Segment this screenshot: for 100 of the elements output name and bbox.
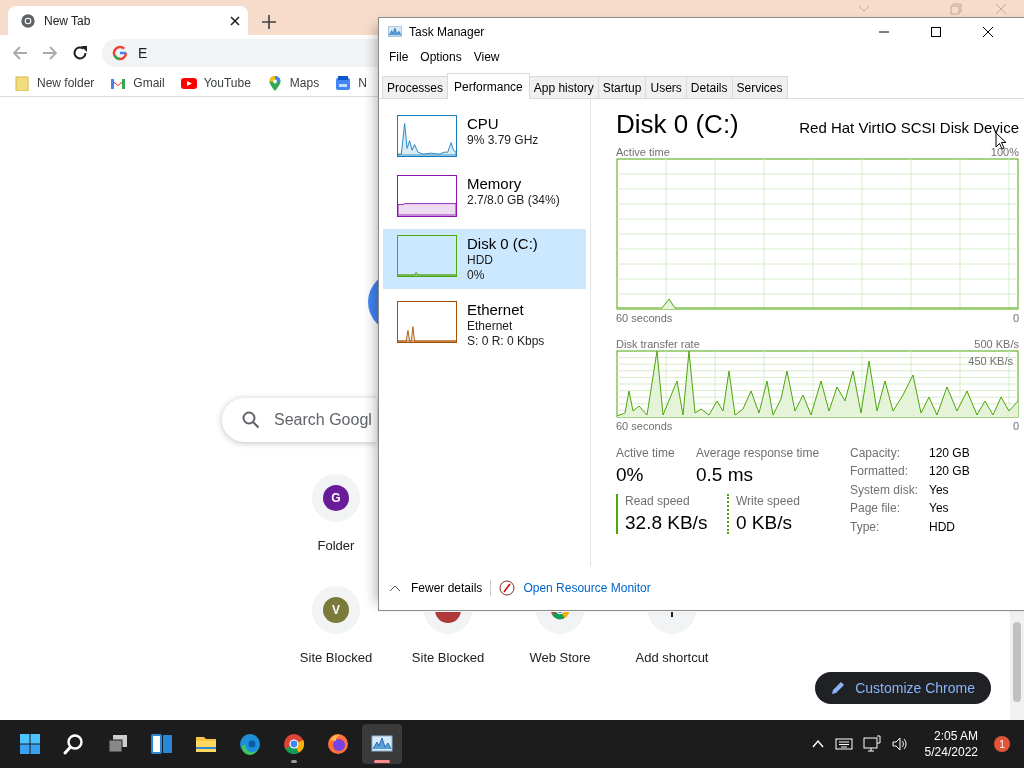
property-value: HDD [929,519,956,534]
resource-monitor-link[interactable]: Open Resource Monitor [523,581,651,595]
resource-detail: Ethernet [467,319,514,334]
tab-title: New Tab [44,13,92,28]
property-value: Yes [929,501,950,516]
resource-item[interactable]: Memory 2.7/8.0 GB (34%) [383,169,586,223]
resource-name: Ethernet [467,301,525,319]
menu-item[interactable]: File [383,50,415,64]
speed-label: Read speed [625,494,691,508]
shortcut-label[interactable]: Folder [317,538,355,553]
keyboard-icon[interactable] [834,737,853,751]
chrome-icon [282,732,306,756]
resource-name: Disk 0 (C:) [467,235,538,253]
property-label: Page file: [850,501,902,516]
property-value: Yes [929,482,950,498]
resource-item[interactable]: CPU 9% 3.79 GHz [383,109,586,163]
tab[interactable]: Processes [382,76,449,98]
clock-date: 5/24/2022 [924,744,978,760]
edge-icon [238,732,262,756]
shortcut-label[interactable]: Add shortcut [635,650,709,665]
browser-tab[interactable]: New Tab [8,6,248,35]
graph-span: 60 seconds [616,312,673,324]
new-tab-icon[interactable] [262,15,276,29]
graph-max: 100% [990,146,1019,158]
shortcut-icon[interactable] [424,612,472,634]
tab[interactable]: Users [645,76,687,98]
network-icon[interactable] [862,735,881,753]
play-icon[interactable] [180,75,197,91]
search-field[interactable]: Search Googl [222,398,377,442]
address-bar[interactable]: E [102,38,378,67]
menu-item[interactable]: Options [414,50,468,64]
maximize-icon [931,27,941,37]
shortcut-icon[interactable]: V [312,586,360,634]
reload-icon[interactable] [72,44,88,61]
bookmark[interactable]: New folder [37,76,95,90]
speed-value: 32.8 KB/s [625,512,709,534]
tab[interactable]: App history [528,76,599,98]
close-icon[interactable] [230,15,240,26]
resource-detail: 9% 3.79 GHz [467,133,539,148]
resource-item[interactable]: Ethernet Ethernet S: 0 R: 0 Kbps [383,295,586,355]
graph-max: 500 KB/s [974,338,1019,350]
shortcut-label[interactable]: Web Store [529,650,591,665]
search-icon [62,732,86,756]
stat-label: Average response time [696,446,821,460]
search-input[interactable]: Search Googl [274,411,375,429]
bookmark[interactable]: Maps [289,76,320,90]
pencil-icon [831,681,846,695]
stat-label: Active time [616,446,676,460]
graph-label: Active time [616,146,670,158]
stat-value: 0% [616,464,645,486]
property-value: 120 GB [929,464,970,479]
letter-badge: V [323,597,349,623]
clock[interactable]: 2:05 AM 5/24/2022 [924,728,978,760]
chrome-icon [20,12,36,29]
shortcut-icon[interactable] [536,612,584,634]
graph-span: 60 seconds [616,420,673,432]
firefox-icon [326,732,350,756]
notification-badge[interactable]: 1 [994,736,1010,752]
map-pin-icon[interactable] [266,75,283,91]
graph-min: 0 [1012,420,1019,432]
property-label: Formatted: [850,464,910,479]
scrollbar-thumb[interactable] [1013,622,1021,702]
shortcut-label[interactable]: Site Blocked [299,650,373,665]
tab[interactable]: Services [731,76,788,98]
tab[interactable]: Performance [447,73,530,99]
fewer-details-button[interactable]: Fewer details [389,581,483,595]
speed-value: 0 KB/s [736,512,793,534]
caret-icon [389,584,401,592]
property-label: System disk: [850,482,919,498]
search-icon [242,411,260,429]
tab[interactable]: Details [685,76,733,98]
shortcut-icon[interactable]: G [312,474,360,522]
resource-detail: HDD [467,253,494,268]
window-title: Task Manager [409,25,486,39]
resource-detail: 2.7/8.0 GB (34%) [467,193,560,208]
graph-min: 0 [1012,312,1019,324]
graph-marker: 450 KB/s [968,355,1013,367]
close-icon [983,27,993,37]
task-manager-icon [387,24,403,40]
start-icon [18,732,42,756]
bookmark[interactable]: N [358,76,367,90]
taskbar-app[interactable] [362,724,402,764]
property-label: Capacity: [850,446,902,461]
shortcut-label[interactable]: Site Blocked [411,650,485,665]
customize-button[interactable]: Customize Chrome [815,672,991,704]
resource-item[interactable]: Disk 0 (C:) HDD 0% [383,229,586,289]
tab[interactable]: Startup [597,76,647,98]
bookmark[interactable]: YouTube [203,76,251,90]
news-icon[interactable] [335,75,352,91]
resource-detail: S: 0 R: 0 Kbps [467,334,545,349]
property-label: Type: [850,519,881,534]
clock-time: 2:05 AM [933,728,978,744]
bookmark[interactable]: Gmail [133,76,165,90]
volume-icon[interactable] [890,735,909,753]
menu-item[interactable]: View [467,50,506,64]
gauge-icon [499,580,516,596]
resource-name: Memory [467,175,523,193]
address-text: E [138,44,148,61]
stat-value: 0.5 ms [696,464,755,486]
letter-badge: G [323,485,349,511]
